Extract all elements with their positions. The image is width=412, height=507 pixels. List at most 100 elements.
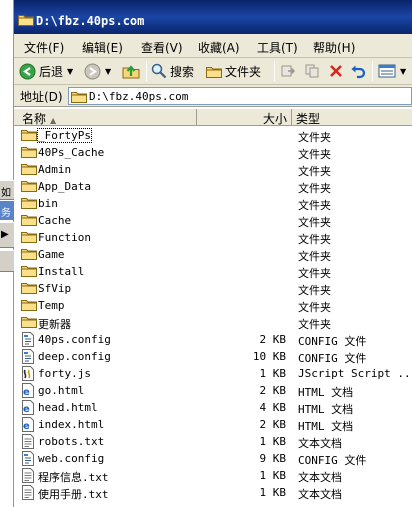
undo-icon [350, 63, 366, 79]
column-header-type-label: 类型 [296, 112, 321, 126]
chevron-down-icon[interactable]: ▼ [400, 67, 406, 76]
file-row[interactable]: SfVip 文件夹 [14, 280, 412, 297]
column-header-size-label: 大小 [262, 112, 287, 126]
menu-file[interactable]: 文件(F) [24, 39, 64, 56]
file-row[interactable]: Admin 文件夹 [14, 161, 412, 178]
toolbar-separator [372, 61, 373, 81]
copy-to-button[interactable] [304, 61, 320, 81]
window-title: D:\fbz.40ps.com [36, 14, 145, 28]
file-row[interactable]: 40Ps_Cache 文件夹 [14, 144, 412, 161]
file-type: 文本文档 [298, 488, 342, 501]
file-type: 文本文档 [298, 437, 342, 450]
file-row[interactable]: bin 文件夹 [14, 195, 412, 212]
folder-icon [21, 264, 37, 280]
folder-icon [21, 145, 37, 161]
move-to-button[interactable] [280, 61, 296, 81]
menu-tools[interactable]: 工具(T) [257, 39, 298, 56]
file-row[interactable]: deep.config 10 KB CONFIG 文件 [14, 348, 412, 365]
sort-ascending-icon: ▲ [50, 116, 57, 125]
file-row[interactable]: e index.html 2 KB HTML 文档 [14, 416, 412, 433]
search-button[interactable]: 搜索 [151, 61, 194, 81]
file-size: 4 KB [259, 401, 287, 414]
file-row[interactable]: 程序信息.txt 1 KB 文本文档 [14, 467, 412, 484]
folder-icon [21, 128, 37, 144]
file-type: 文件夹 [298, 233, 331, 246]
undo-button[interactable] [350, 61, 366, 81]
file-type: 文本文档 [298, 471, 342, 484]
file-type: JScript Script ... [298, 367, 412, 380]
file-type: 文件夹 [298, 267, 331, 280]
folder-icon [71, 90, 87, 106]
background-window-edge: 如 务 ▶ [0, 0, 14, 507]
file-size: 1 KB [259, 469, 287, 482]
svg-text:e: e [23, 404, 30, 415]
forward-arrow-icon [84, 63, 101, 80]
file-type: 文件夹 [298, 318, 331, 331]
file-type: 文件夹 [298, 301, 331, 314]
file-row[interactable]: Install 文件夹 [14, 263, 412, 280]
menu-help[interactable]: 帮助(H) [313, 39, 355, 56]
folder-icon [21, 315, 37, 331]
menu-favorites[interactable]: 收藏(A) [198, 39, 240, 56]
file-size: 1 KB [259, 435, 287, 448]
file-size: 2 KB [259, 384, 287, 397]
file-row[interactable]: App_Data 文件夹 [14, 178, 412, 195]
menu-edit[interactable]: 编辑(E) [82, 39, 123, 56]
file-size: 2 KB [259, 418, 287, 431]
file-size: 2 KB [259, 333, 287, 346]
svg-text:e: e [23, 421, 30, 432]
column-header-name[interactable]: 名称 ▲ [14, 109, 197, 126]
background-strip: ▶ [0, 222, 14, 248]
forward-button[interactable]: ▼ [84, 61, 111, 81]
file-row[interactable]: _FortyPs 文件夹 [14, 127, 412, 144]
file-name: index.html [38, 418, 105, 431]
file-type: 文件夹 [298, 284, 331, 297]
folder-icon [21, 213, 37, 229]
chevron-down-icon[interactable]: ▼ [67, 67, 73, 76]
file-type: 文件夹 [298, 250, 331, 263]
file-row[interactable]: Function 文件夹 [14, 229, 412, 246]
file-name: bin [38, 197, 58, 210]
file-row[interactable]: forty.js 1 KB JScript Script ... [14, 365, 412, 382]
file-name: head.html [38, 401, 98, 414]
file-row[interactable]: 更新器 文件夹 [14, 314, 412, 331]
file-name: robots.txt [38, 435, 105, 448]
back-button[interactable]: 后退 ▼ [19, 61, 73, 81]
file-size: 9 KB [259, 452, 287, 465]
file-row[interactable]: e head.html 4 KB HTML 文档 [14, 399, 412, 416]
file-name: SfVip [38, 282, 72, 295]
file-name: Admin [38, 163, 72, 176]
explorer-window: D:\fbz.40ps.com 文件(F) 编辑(E) 查看(V) 收藏(A) … [14, 0, 412, 507]
file-row[interactable]: e go.html 2 KB HTML 文档 [14, 382, 412, 399]
file-row[interactable]: 40ps.config 2 KB CONFIG 文件 [14, 331, 412, 348]
up-folder-button[interactable] [122, 61, 140, 81]
file-row[interactable]: robots.txt 1 KB 文本文档 [14, 433, 412, 450]
background-strip: 如 [0, 180, 14, 200]
title-bar[interactable]: D:\fbz.40ps.com [14, 0, 412, 34]
search-icon [151, 63, 167, 79]
menu-view[interactable]: 查看(V) [141, 39, 183, 56]
file-size: 1 KB [259, 367, 287, 380]
column-header-name-label: 名称 [22, 112, 47, 126]
views-button[interactable]: ▼ [378, 61, 406, 81]
folder-icon [18, 13, 34, 29]
folder-icon [21, 281, 37, 297]
delete-button[interactable] [328, 61, 344, 81]
file-row[interactable]: 使用手册.txt 1 KB 文本文档 [14, 484, 412, 501]
file-name: _FortyPs [37, 128, 92, 143]
file-row[interactable]: Temp 文件夹 [14, 297, 412, 314]
file-row[interactable]: web.config 9 KB CONFIG 文件 [14, 450, 412, 467]
file-name: Function [38, 231, 91, 244]
column-header-size[interactable]: 大小 [197, 109, 292, 126]
file-row[interactable]: Cache 文件夹 [14, 212, 412, 229]
file-row[interactable]: Game 文件夹 [14, 246, 412, 263]
chevron-down-icon[interactable]: ▼ [105, 67, 111, 76]
column-header-type[interactable]: 类型 [292, 109, 412, 126]
folders-button[interactable]: 文件夹 [206, 61, 261, 81]
address-input[interactable]: D:\fbz.40ps.com [68, 87, 412, 105]
text-file-icon [21, 485, 35, 503]
file-name: 40ps.config [38, 333, 111, 346]
svg-text:e: e [23, 387, 30, 398]
file-type: 文件夹 [298, 148, 331, 161]
address-label: 地址(D) [20, 90, 63, 104]
